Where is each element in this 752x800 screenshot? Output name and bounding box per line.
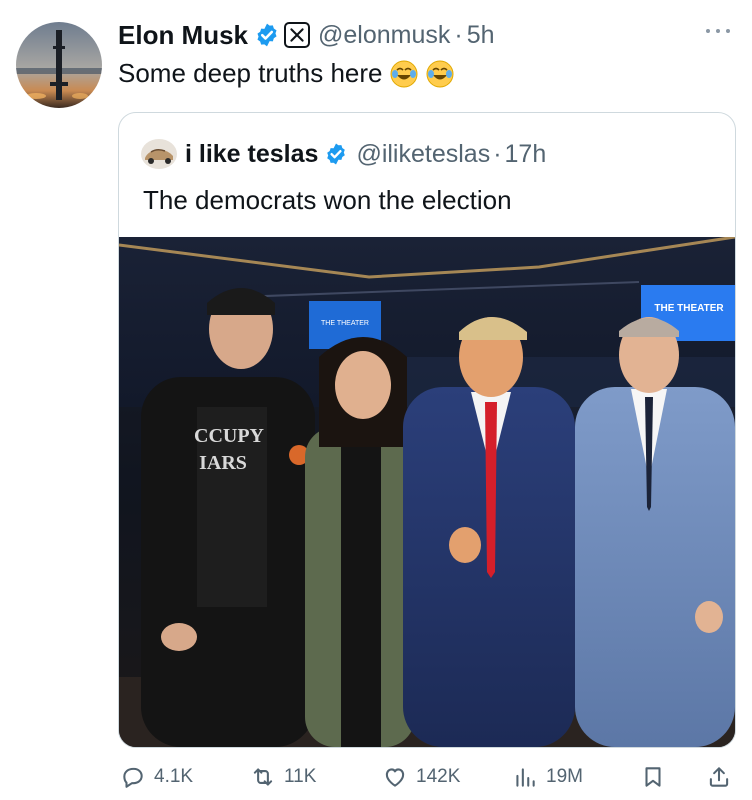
quoted-author-display-name[interactable]: i like teslas — [185, 140, 318, 169]
verified-badge-icon[interactable] — [324, 142, 348, 166]
quoted-tweet-timestamp[interactable]: 17h — [505, 140, 547, 169]
like-button[interactable]: 142K — [382, 760, 460, 794]
car-avatar-icon — [141, 139, 177, 169]
reply-icon — [123, 767, 143, 788]
tweet-action-bar: 4.1K 11K 142K 19M — [120, 760, 740, 794]
tweet[interactable]: Elon Musk @elonmusk · 5h Some deep truth… — [0, 0, 752, 800]
views-chart-icon — [516, 768, 535, 787]
starship-avatar-icon — [16, 22, 102, 108]
quoted-author-handle[interactable]: @iliketeslas — [356, 140, 490, 169]
tweet-timestamp[interactable]: 5h — [467, 21, 495, 50]
person-center-left — [305, 337, 415, 747]
view-count: 19M — [546, 766, 583, 787]
tweet-text: Some deep truths here — [118, 58, 455, 89]
share-button[interactable] — [706, 760, 732, 794]
sign-right-text: THE THEATER — [654, 303, 724, 314]
verified-badge-icon[interactable] — [254, 22, 280, 48]
repost-button[interactable]: 11K — [250, 760, 316, 794]
tweet-text-content: Some deep truths here — [118, 58, 383, 88]
reply-button[interactable]: 4.1K — [120, 760, 193, 794]
joy-emoji-icon — [426, 60, 453, 87]
like-count: 142K — [416, 766, 461, 787]
tweet-header: Elon Musk @elonmusk · 5h — [118, 18, 495, 52]
repost-icon — [253, 768, 273, 786]
separator-dot: · — [454, 20, 463, 49]
views-button[interactable]: 19M — [512, 760, 583, 794]
author-avatar[interactable] — [16, 22, 102, 108]
quoted-tweet-text: The democrats won the election — [143, 185, 512, 215]
repost-count: 11K — [284, 766, 317, 787]
author-handle[interactable]: @elonmusk — [318, 21, 450, 50]
more-options-icon[interactable] — [706, 26, 730, 36]
group-photo-icon: THE THEATER THE THEATER CCUPY IARS — [119, 235, 735, 747]
quoted-tweet-header: i like teslas @iliketeslas · 17h — [141, 137, 546, 171]
sign-left-text: THE THEATER — [321, 320, 369, 327]
quoted-author-avatar[interactable] — [141, 139, 177, 169]
x-affiliation-icon[interactable] — [284, 22, 311, 48]
heart-icon — [385, 768, 405, 787]
bookmark-icon — [645, 767, 661, 787]
reply-count: 4.1K — [154, 766, 194, 787]
quoted-tweet-photo[interactable]: THE THEATER THE THEATER CCUPY IARS — [119, 235, 735, 747]
share-icon — [709, 767, 729, 787]
shirt-text-line1: CCUPY — [194, 425, 265, 447]
joy-emoji-icon — [390, 60, 417, 87]
separator-dot: · — [493, 139, 502, 168]
bookmark-button[interactable] — [640, 760, 666, 794]
shirt-text-line2: IARS — [199, 452, 247, 474]
quoted-tweet[interactable]: i like teslas @iliketeslas · 17h The dem… — [118, 112, 736, 748]
author-display-name[interactable]: Elon Musk — [118, 20, 248, 51]
